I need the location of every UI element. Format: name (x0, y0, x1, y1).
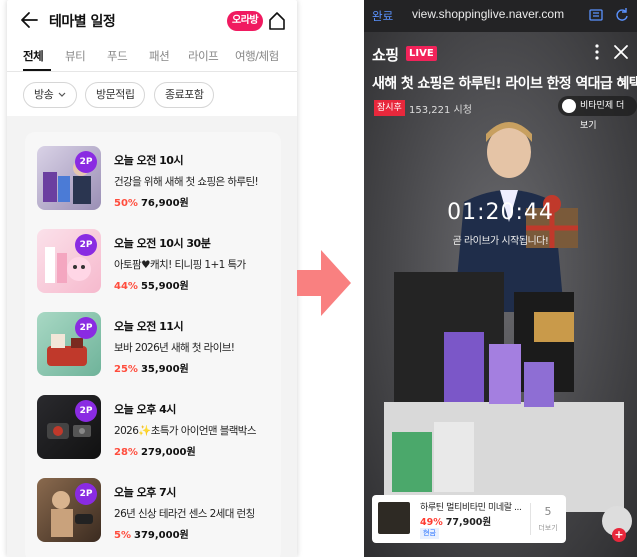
item-price-row: 28% 279,000원 (114, 443, 196, 458)
item-price-row: 5% 379,000원 (114, 526, 189, 541)
tab-all[interactable]: 전체 (23, 48, 44, 64)
header: 테마별 일정 오라방 (7, 0, 297, 42)
item-discount: 44% (114, 281, 138, 292)
item-price: 55,900원 (140, 281, 189, 292)
item-price: 76,900원 (140, 198, 189, 209)
item-price: 379,000원 (133, 530, 189, 541)
transition-arrow-icon (297, 250, 351, 316)
tab-fashion[interactable]: 패션 (149, 48, 170, 64)
category-tabs: 전체 뷰티 푸드 패션 라이프 여행/체험 (7, 42, 297, 72)
countdown-timer: 01:20:44 (447, 200, 554, 225)
product-discount: 49% (420, 517, 443, 528)
points-badge: 2P (75, 234, 97, 256)
live-stage: 쇼핑 LIVE 새해 첫 쇼핑은 하루틴! 라이브 한정 역대급 혜택 잠시후 … (364, 32, 637, 557)
back-arrow-icon[interactable] (19, 9, 39, 31)
viewer-count: 153,221 시청 (409, 105, 472, 116)
item-time: 오늘 오전 10시 (114, 154, 184, 167)
item-title: 2026✨초특가 아이언맨 블랙박스 (114, 425, 257, 437)
points-badge: 2P (75, 483, 97, 505)
schedule-card: 2P 오늘 오전 10시 건강을 위해 새해 첫 쇼핑은 하루틴! 50% 76,… (25, 132, 281, 557)
item-time: 오늘 오전 10시 30분 (114, 237, 211, 250)
filter-chips: 방송 방문적립 종료포함 (7, 74, 297, 116)
thumbnail: 2P (37, 146, 101, 210)
live-screen: 완료 view.shoppinglive.naver.com 쇼핑 LIVE 새… (364, 0, 637, 557)
product-count: 5 (544, 505, 552, 518)
item-time: 오늘 오전 11시 (114, 320, 184, 333)
tab-travel[interactable]: 여행/체험 (235, 48, 279, 64)
product-display-image (384, 272, 624, 512)
points-badge: 2P (75, 317, 97, 339)
list-item[interactable]: 2P 오늘 오후 4시 2026✨초특가 아이언맨 블랙박스 28% 279,00… (37, 395, 277, 465)
payment-badge: 현금 (420, 528, 439, 539)
vitamin-more-label: 비타민제 더보기 (580, 101, 625, 131)
page-title: 테마별 일정 (49, 14, 116, 30)
item-price-row: 25% 35,900원 (114, 360, 189, 375)
plus-icon[interactable]: + (612, 528, 626, 542)
close-icon[interactable] (612, 43, 630, 61)
reload-icon[interactable] (614, 7, 630, 23)
item-price: 279,000원 (140, 447, 196, 458)
item-title: 26년 신상 테라건 센스 2세대 런칭 (114, 508, 255, 520)
status-badge: 잠시후 (374, 100, 405, 116)
product-thumbnail (378, 502, 410, 534)
product-name: 하루틴 멀티비타민 미네랄 ... (420, 503, 522, 513)
item-discount: 50% (114, 198, 138, 209)
item-discount: 25% (114, 364, 138, 375)
item-price-row: 44% 55,900원 (114, 277, 189, 292)
starting-message: 곧 라이브가 시작됩니다! (452, 236, 549, 247)
item-discount: 28% (114, 447, 138, 458)
item-price-row: 50% 76,900원 (114, 194, 189, 209)
item-title: 아토팜♥캐치! 티니핑 1+1 특가 (114, 259, 246, 271)
schedule-screen: 테마별 일정 오라방 전체 뷰티 푸드 패션 라이프 여행/체험 방송 방문적립… (7, 0, 297, 557)
live-title: 새해 첫 쇼핑은 하루틴! 라이브 한정 역대급 혜택 (372, 76, 637, 92)
thumbnail-dot-icon (562, 99, 576, 113)
filter-broadcast[interactable]: 방송 (23, 82, 78, 108)
list-item[interactable]: 2P 오늘 오후 7시 26년 신상 테라건 센스 2세대 런칭 5% 379,0… (37, 478, 277, 548)
product-price: 77,900원 (445, 517, 492, 528)
live-badge[interactable]: 오라방 (227, 11, 264, 31)
vitamin-more-button[interactable]: 비타민제 더보기 (558, 96, 637, 131)
url-text[interactable]: view.shoppinglive.naver.com (412, 7, 564, 21)
list-item[interactable]: 2P 오늘 오전 11시 보바 2026년 새해 첫 라이브! 25% 35,90… (37, 312, 277, 382)
item-title: 건강을 위해 새해 첫 쇼핑은 하루틴! (114, 176, 259, 188)
thumbnail: 2P (37, 229, 101, 293)
filter-include-ended[interactable]: 종료포함 (154, 82, 215, 108)
reader-icon[interactable] (588, 7, 604, 23)
thumbnail: 2P (37, 395, 101, 459)
tab-life[interactable]: 라이프 (188, 48, 219, 64)
done-button[interactable]: 완료 (372, 8, 393, 24)
tab-food[interactable]: 푸드 (107, 48, 128, 64)
item-discount: 5% (114, 530, 131, 541)
live-tag: LIVE (406, 46, 437, 61)
points-badge: 2P (75, 151, 97, 173)
item-time: 오늘 오후 4시 (114, 403, 176, 416)
points-badge: 2P (75, 400, 97, 422)
shopping-logo: 쇼핑 (372, 46, 399, 64)
item-time: 오늘 오후 7시 (114, 486, 176, 499)
more-options-icon[interactable] (592, 42, 602, 62)
item-price: 35,900원 (140, 364, 189, 375)
home-icon[interactable] (267, 10, 287, 32)
filter-visit-reward[interactable]: 방문적립 (85, 82, 146, 108)
list-item[interactable]: 2P 오늘 오전 10시 30분 아토팜♥캐치! 티니핑 1+1 특가 44% 5… (37, 229, 277, 299)
active-tab-indicator (23, 69, 51, 71)
schedule-panel: 2P 오늘 오전 10시 건강을 위해 새해 첫 쇼핑은 하루틴! 50% 76,… (7, 116, 297, 557)
divider (530, 503, 531, 535)
browser-url-bar: 완료 view.shoppinglive.naver.com (364, 0, 637, 32)
product-card[interactable]: 하루틴 멀티비타민 미네랄 ... 49% 77,900원 현금 5 더보기 (372, 495, 566, 543)
thumbnail: 2P (37, 478, 101, 542)
product-price-row: 49% 77,900원 (420, 514, 491, 528)
item-title: 보바 2026년 새해 첫 라이브! (114, 342, 235, 354)
product-more-label[interactable]: 더보기 (532, 523, 564, 533)
tab-beauty[interactable]: 뷰티 (65, 48, 86, 64)
chevron-down-icon (58, 92, 66, 97)
list-item[interactable]: 2P 오늘 오전 10시 건강을 위해 새해 첫 쇼핑은 하루틴! 50% 76,… (37, 146, 277, 216)
filter-broadcast-label: 방송 (34, 88, 54, 101)
thumbnail: 2P (37, 312, 101, 376)
